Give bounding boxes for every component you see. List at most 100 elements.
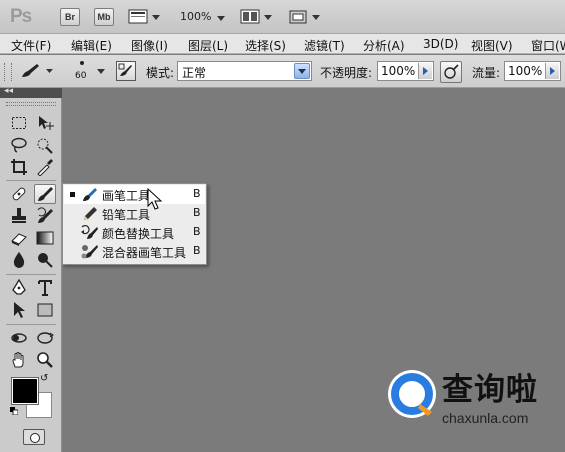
blur-tool[interactable] (8, 250, 30, 270)
flyout-item-color-replacement[interactable]: 颜色替换工具 B (64, 223, 205, 242)
toolbox-grip[interactable] (6, 102, 56, 106)
spot-healing-icon (12, 187, 26, 201)
application-bar: Ps Br Mb 100% (0, 0, 565, 34)
foreground-color-swatch[interactable] (11, 377, 39, 405)
type-tool[interactable] (34, 278, 56, 298)
tablet-pressure-icon (444, 64, 459, 79)
lasso-tool[interactable] (8, 135, 30, 155)
move-icon (39, 116, 54, 130)
zoom-icon (37, 352, 53, 368)
bridge-button[interactable]: Br (60, 8, 80, 26)
arrange-documents-button[interactable] (240, 8, 274, 26)
blend-mode-select[interactable]: 正常 (177, 61, 312, 81)
clone-stamp-tool[interactable] (8, 206, 30, 226)
quick-selection-tool[interactable] (34, 135, 56, 155)
brush-panel-icon (118, 63, 132, 76)
flow-field[interactable]: 100% (504, 61, 561, 81)
menu-file[interactable]: 文件(F) (11, 37, 51, 54)
photoshop-logo: Ps (10, 6, 32, 27)
eyedropper-tool[interactable] (34, 157, 56, 177)
menu-layer[interactable]: 图层(L) (188, 37, 228, 54)
watermark-url: chaxunla.com (442, 410, 529, 426)
default-colors-icon[interactable] (10, 404, 19, 416)
menu-filter[interactable]: 滤镜(T) (304, 37, 345, 54)
view-extras-icon (128, 9, 160, 24)
menu-edit[interactable]: 编辑(E) (71, 37, 112, 54)
toolbox-header[interactable]: ◂◂ (0, 86, 62, 98)
crop-icon (11, 159, 27, 175)
watermark: 查询啦 chaxunla.com (384, 362, 562, 436)
rectangular-marquee-tool[interactable] (8, 113, 30, 133)
pen-icon (12, 279, 26, 295)
path-selection-tool[interactable] (8, 300, 30, 320)
flyout-item-pencil[interactable]: 铅笔工具 B (64, 204, 205, 223)
toolbox-separator (6, 180, 56, 181)
3d-rotate-tool[interactable] (8, 328, 30, 348)
zoom-dropdown-icon[interactable] (217, 11, 225, 25)
mode-label: 模式: (146, 66, 175, 80)
dodge-icon (38, 253, 53, 268)
brush-size: 60 (75, 71, 87, 81)
brush-picker[interactable]: 60 (68, 59, 108, 85)
menu-select[interactable]: 选择(S) (245, 37, 286, 54)
zoom-level[interactable]: 100% (180, 10, 211, 23)
type-icon (38, 280, 52, 296)
shape-tool[interactable] (34, 300, 56, 320)
gradient-tool[interactable] (34, 228, 56, 248)
history-brush-tool[interactable] (34, 206, 56, 226)
flyout-item-mixer-brush[interactable]: 混合器画笔工具 B (64, 242, 205, 261)
flow-slider-icon[interactable] (545, 63, 559, 79)
hand-icon (12, 352, 24, 368)
options-grip[interactable] (4, 63, 12, 81)
swap-colors-icon[interactable]: ↺ (40, 373, 48, 384)
mini-bridge-button[interactable]: Mb (94, 8, 114, 26)
flyout-item-brush[interactable]: 画笔工具 B (64, 185, 205, 204)
selected-bullet-icon (70, 192, 75, 197)
dodge-tool[interactable] (34, 250, 56, 270)
flow-value: 100% (508, 64, 543, 78)
options-bar: 60 模式: 正常 不透明度: 100% 流量: 100% (0, 55, 565, 88)
view-extras-button[interactable] (128, 8, 162, 26)
eraser-icon (11, 233, 27, 246)
menu-image[interactable]: 图像(I) (131, 37, 168, 54)
crop-tool[interactable] (8, 157, 30, 177)
toolbox-separator (6, 324, 56, 325)
eraser-tool[interactable] (8, 228, 30, 248)
color-replacement-icon (81, 224, 98, 239)
screen-mode-button[interactable] (288, 8, 322, 26)
hand-tool[interactable] (8, 350, 30, 370)
3d-rotate-icon (11, 333, 27, 343)
mixer-brush-icon (81, 245, 98, 259)
pencil-icon (84, 207, 97, 220)
chevron-down-icon (294, 63, 310, 79)
pen-tool[interactable] (8, 278, 30, 298)
clone-stamp-icon (12, 208, 26, 223)
menu-view[interactable]: 视图(V) (471, 37, 513, 54)
brush-icon (38, 187, 53, 201)
menu-window[interactable]: 窗口(W) (531, 37, 565, 54)
tool-preset-picker[interactable] (18, 61, 58, 81)
zoom-tool[interactable] (34, 350, 56, 370)
pressure-opacity-button[interactable] (440, 61, 462, 83)
opacity-field[interactable]: 100% (377, 61, 434, 81)
opacity-slider-icon[interactable] (418, 63, 432, 79)
flyout-item-label: 铅笔工具 (102, 208, 151, 222)
blur-icon (13, 252, 25, 268)
flyout-item-shortcut: B (193, 206, 201, 219)
menu-analysis[interactable]: 分析(A) (363, 37, 405, 54)
menu-3d[interactable]: 3D(D) (423, 37, 458, 51)
spot-healing-tool[interactable] (8, 184, 30, 204)
move-tool[interactable] (34, 113, 56, 133)
toggle-brush-panel-button[interactable] (116, 61, 136, 81)
3d-orbit-tool[interactable] (34, 328, 56, 348)
brush-tool-flyout: 画笔工具 B 铅笔工具 B 颜色替换工具 B 混合器画笔工具 B (62, 183, 207, 265)
toolbox-separator (6, 274, 56, 275)
flyout-item-label: 颜色替换工具 (102, 227, 175, 241)
brush-tool[interactable] (34, 184, 56, 204)
menu-bar: 文件(F) 编辑(E) 图像(I) 图层(L) 选择(S) 滤镜(T) 分析(A… (0, 34, 565, 54)
quick-mask-button[interactable] (23, 429, 45, 445)
blend-mode-value: 正常 (182, 66, 207, 80)
collapse-icon[interactable]: ◂◂ (4, 86, 13, 96)
screen-mode-icon (289, 10, 320, 24)
brush-preset-icon (22, 64, 53, 77)
